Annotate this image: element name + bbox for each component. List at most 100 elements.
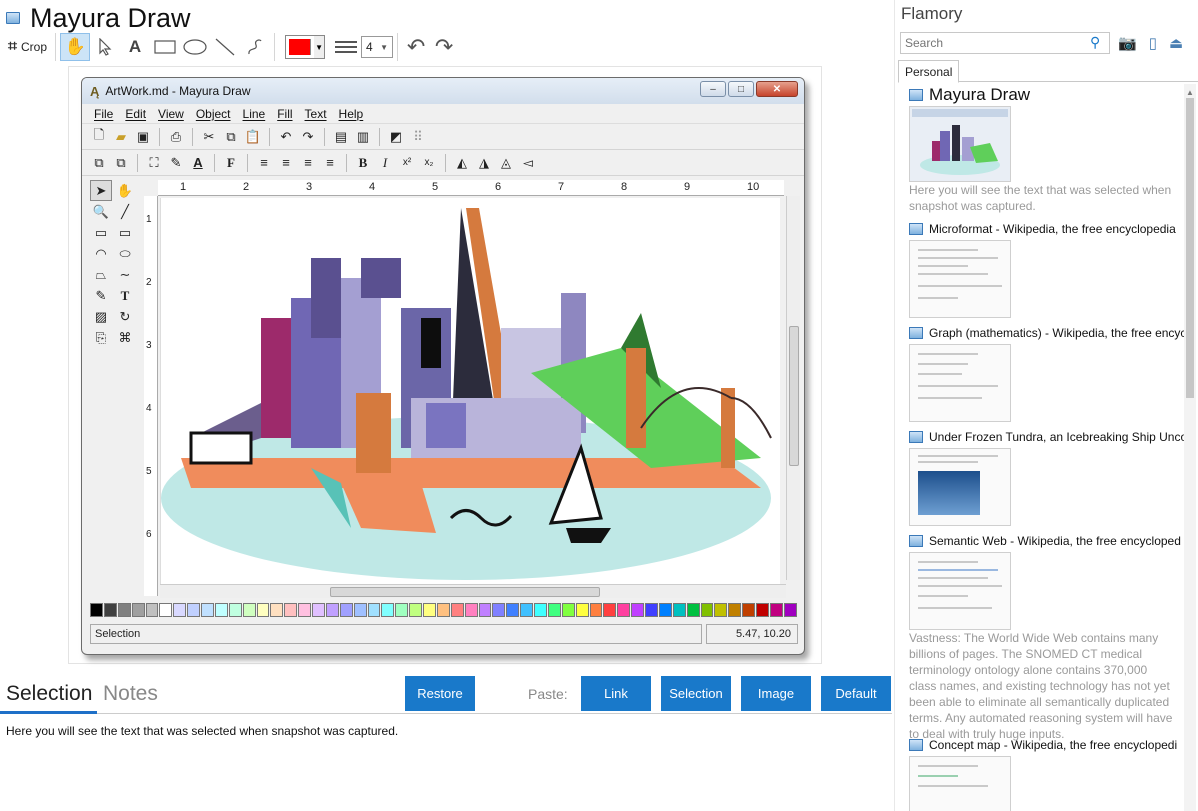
- align-right-icon: ≡: [304, 155, 312, 170]
- window-controls: – □ ✕: [700, 81, 798, 97]
- ruler-tick-label: 9: [684, 181, 691, 193]
- page-icon: [909, 431, 923, 443]
- page-icon: [909, 327, 923, 339]
- palette-swatch: [117, 603, 131, 617]
- undo-icon[interactable]: ↶: [402, 33, 430, 61]
- mayura-app-icon: Ą: [90, 83, 100, 99]
- list-item-title-row: Semantic Web - Wikipedia, the free encyc…: [905, 532, 1185, 550]
- restore-button[interactable]: Restore: [405, 676, 475, 711]
- list-item[interactable]: Microformat - Wikipedia, the free encycl…: [905, 220, 1185, 318]
- menu-item-line: Line: [242, 106, 266, 121]
- list-item-title: Graph (mathematics) - Wikipedia, the fre…: [929, 326, 1185, 340]
- line-width-select[interactable]: 4 ▼: [361, 36, 394, 58]
- palette-swatch: [312, 603, 325, 617]
- redo-icon[interactable]: ↷: [430, 33, 458, 61]
- palette-swatch: [561, 603, 575, 617]
- list-item[interactable]: Mayura Draw Here you will see the text t…: [905, 86, 1185, 214]
- palette-swatch: [339, 603, 353, 617]
- palette-swatch: [367, 603, 381, 617]
- polygon-icon: ⏢: [95, 266, 107, 282]
- toolbar-divider: [397, 33, 399, 61]
- tab-selection[interactable]: Selection: [6, 682, 92, 706]
- tab-personal[interactable]: Personal: [898, 60, 960, 83]
- palette-swatch: [395, 603, 409, 617]
- ellipse-tool-icon[interactable]: [180, 33, 210, 61]
- palette-swatch: [353, 603, 367, 617]
- palette-swatch: [159, 603, 173, 617]
- cursor-coordinates: 5.47, 10.20: [706, 624, 798, 644]
- toolbar-divider: [137, 153, 138, 172]
- palette-swatch: [547, 603, 561, 617]
- pointer-tool-icon[interactable]: [90, 33, 120, 61]
- chevron-down-icon: ▼: [380, 42, 389, 52]
- toolbar-divider: [379, 127, 380, 146]
- document-icon[interactable]: ▯: [1149, 34, 1157, 52]
- palette-swatch: [464, 603, 478, 617]
- zoom-icon: 🔍: [92, 203, 110, 219]
- sidebar-actions: 📷 ▯ ⏏: [1118, 34, 1183, 52]
- palette-swatch: [700, 603, 714, 617]
- list-item[interactable]: Semantic Web - Wikipedia, the free encyc…: [905, 532, 1185, 742]
- arc-icon: ◠: [95, 245, 107, 261]
- palette-swatch: [284, 603, 298, 617]
- search-icon[interactable]: ⚲: [1090, 34, 1100, 51]
- crop-button[interactable]: ⌗ Crop: [4, 33, 51, 61]
- list-item-title-row: Graph (mathematics) - Wikipedia, the fre…: [905, 324, 1185, 342]
- palette-swatch: [450, 603, 464, 617]
- drawing-area: ➤ ✋ 🔍 ╱ ▭ ▭ ◠ ⬭ ⏢ ∼ ✎ T ▨ ↻ ⎘ ⌘ 1 2 3 4 …: [82, 176, 804, 606]
- annotation-toolbar: ⌗ Crop ✋ A ▼ 4 ▼ ↶ ↷: [4, 32, 474, 62]
- open-folder-icon: ▰: [116, 128, 126, 144]
- line-style-icon[interactable]: [335, 41, 358, 53]
- list-item-thumbnail: [909, 240, 1011, 318]
- scroll-up-icon[interactable]: ▲: [1186, 88, 1194, 97]
- upload-icon[interactable]: ⏏: [1169, 34, 1183, 52]
- freehand-tool-icon[interactable]: [240, 33, 270, 61]
- menu-item-object: Object: [195, 106, 231, 121]
- paste-selection-button[interactable]: Selection: [661, 676, 731, 711]
- clipboard-icon: ⎘: [95, 329, 107, 345]
- menu-item-help: Help: [338, 106, 364, 121]
- thumbnail-image: [910, 107, 1010, 181]
- list-item[interactable]: Concept map - Wikipedia, the free encycl…: [905, 736, 1185, 811]
- flamory-page-icon: [6, 12, 20, 24]
- pages-icon: ▥: [356, 128, 370, 144]
- palette-swatch: [242, 603, 256, 617]
- tab-notes[interactable]: Notes: [103, 682, 158, 706]
- palette-swatch: [145, 603, 159, 617]
- font-icon: F: [227, 154, 235, 170]
- paste-default-button[interactable]: Default: [821, 676, 891, 711]
- close-icon: ✕: [756, 81, 798, 97]
- window-toolbar-1: 🗋 ▰ ▣ ⎙ ✂ ⧉ 📋 ↶ ↷ ▤ ▥ ◩ ⠿: [82, 124, 804, 150]
- palette-swatch: [756, 603, 769, 617]
- palette-swatch: [617, 603, 631, 617]
- app-window: Mayura Draw ⌗ Crop ✋ A ▼ 4 ▼ ↶ ↷ Ą ArtWo…: [0, 0, 1198, 811]
- search-input[interactable]: [900, 32, 1110, 54]
- hand-tool-icon[interactable]: ✋: [60, 33, 91, 61]
- toolbar-divider: [274, 33, 276, 61]
- color-picker[interactable]: ▼: [285, 35, 326, 59]
- palette-swatch: [534, 603, 547, 617]
- paste-link-button[interactable]: Link: [581, 676, 651, 711]
- color-palette: [90, 602, 798, 618]
- palette-swatch: [325, 603, 339, 617]
- crop-label: Crop: [21, 40, 48, 54]
- rectangle-tool-icon[interactable]: [150, 33, 180, 61]
- palette-swatch: [686, 603, 700, 617]
- ruler-tick-label: 4: [146, 403, 152, 414]
- scrollbar-thumb[interactable]: [1186, 98, 1194, 398]
- camera-icon[interactable]: 📷: [1118, 34, 1137, 52]
- list-item[interactable]: Graph (mathematics) - Wikipedia, the fre…: [905, 324, 1185, 422]
- sidebar-scrollbar[interactable]: ▲: [1184, 84, 1196, 811]
- page-icon: ▤: [334, 128, 348, 144]
- paste-image-button[interactable]: Image: [741, 676, 811, 711]
- ruler-tick-label: 6: [495, 181, 502, 193]
- save-icon: ▣: [136, 128, 150, 144]
- text-tool-icon[interactable]: A: [120, 33, 150, 61]
- list-item[interactable]: Under Frozen Tundra, an Icebreaking Ship…: [905, 428, 1185, 526]
- line-width-value: 4: [366, 40, 373, 54]
- ruler-tick-label: 8: [621, 181, 628, 193]
- list-item-title: Microformat - Wikipedia, the free encycl…: [929, 222, 1176, 236]
- line-tool-icon[interactable]: [210, 33, 240, 61]
- page-title: Mayura Draw: [30, 2, 191, 33]
- copy-icon: ⧉: [226, 128, 236, 144]
